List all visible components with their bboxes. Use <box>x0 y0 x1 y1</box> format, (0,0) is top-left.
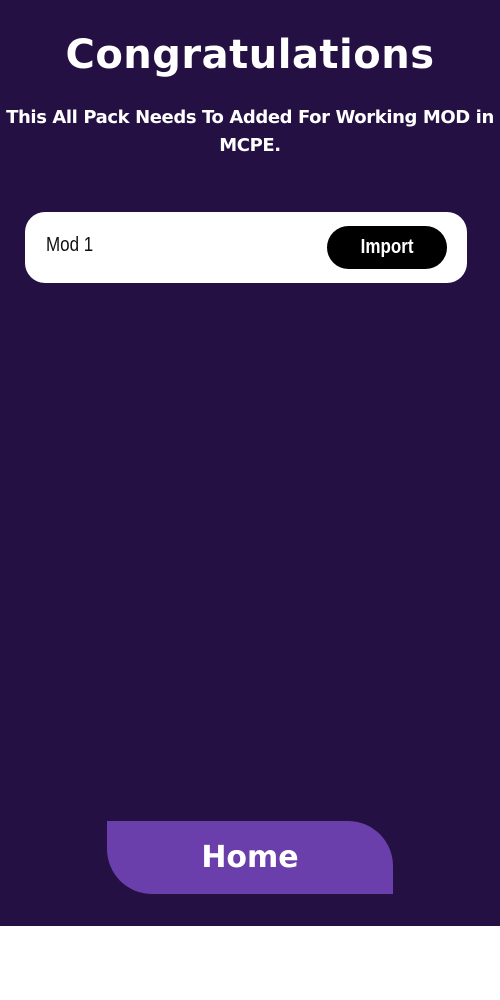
page-title: Congratulations <box>65 32 435 78</box>
mod-name: Mod 1 <box>46 234 94 256</box>
app-screen: Congratulations This All Pack Needs To A… <box>0 0 500 926</box>
page-subtitle: This All Pack Needs To Added For Working… <box>6 107 494 156</box>
import-button[interactable]: Import <box>327 226 447 269</box>
home-button[interactable]: Home <box>107 821 393 894</box>
import-button-label: Import <box>360 236 414 258</box>
home-button-label: Home <box>201 840 299 875</box>
mod-card: Mod 1 Import <box>25 212 467 283</box>
